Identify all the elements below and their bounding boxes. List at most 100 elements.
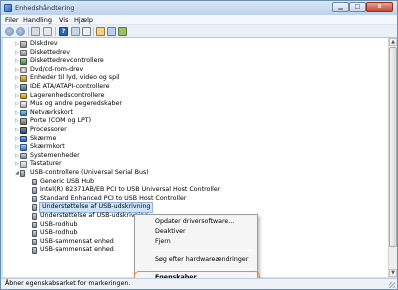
vertical-scrollbar[interactable]: ▲ ▼: [388, 38, 397, 277]
tree-item[interactable]: ▷ Tastaturer: [3, 160, 388, 169]
tree-item[interactable]: ▷ Skærmkort: [3, 143, 388, 152]
tree-item[interactable]: Understøttelse af USB-udskrivning: [3, 202, 388, 213]
tree-item[interactable]: ▷ Dvd/cd-rom-drev: [3, 66, 388, 75]
mouse-icon: [20, 101, 27, 108]
tree-item[interactable]: ▷ Mus og andre pegeredskaber: [3, 100, 388, 109]
properties-sheet-icon[interactable]: [43, 27, 52, 36]
menu-file[interactable]: Filer: [5, 16, 19, 24]
tree-item[interactable]: ▷ IDE ATA/ATAPI-controllere: [3, 83, 388, 92]
toolbar-divider: [28, 27, 29, 36]
forward-arrow-icon[interactable]: [16, 27, 25, 36]
tree-item[interactable]: ◢ USB-controllere (Universal Serial Bus): [3, 169, 388, 178]
tree-item-label: Understøttelse af USB-udskrivning: [38, 202, 154, 213]
context-menu-separator: [153, 250, 253, 251]
title-bar[interactable]: Enhedshåndtering ▁ □ x: [1, 1, 397, 15]
device-manager-app-icon: [4, 4, 12, 12]
tree-item[interactable]: Generic USB Hub: [3, 178, 388, 187]
scrollbar-thumb[interactable]: [389, 47, 397, 247]
usb-device-icon: [32, 221, 37, 229]
maximize-button[interactable]: □: [349, 2, 366, 12]
toolbar: ?: [1, 25, 397, 38]
tree-item-label: Diskdrev: [30, 40, 58, 47]
tree-item-label: Standard Enhanced PCI to USB Host Contro…: [40, 194, 187, 202]
status-bar: Åbner egenskabsarket for markeringen.: [1, 278, 397, 289]
network-icon: [20, 109, 27, 117]
disc-icon: [20, 66, 27, 74]
usb-icon: [20, 170, 25, 177]
tree-item[interactable]: ▷ Diskdrev: [3, 40, 388, 49]
controller-icon: [20, 58, 27, 65]
usb-device-icon: [32, 178, 37, 186]
ide-icon: [20, 84, 27, 91]
tree-item-label: Diskettedrev: [30, 48, 71, 56]
tree-item[interactable]: Intel(R) 82371AB/EB PCI to USB Universal…: [3, 186, 388, 195]
resize-grip-icon[interactable]: [389, 282, 395, 288]
usb-device-icon: [32, 238, 37, 246]
show-hide-console-tree-icon[interactable]: [31, 27, 40, 36]
tree-item[interactable]: ▷ Enheder til lyd, video og spil: [3, 74, 388, 83]
tree-item[interactable]: ▷ Porte (COM og LPT): [3, 117, 388, 126]
window-title: Enhedshåndtering: [15, 4, 75, 12]
tree-item[interactable]: ▷ Processorer: [3, 126, 388, 135]
tree-item[interactable]: ▷ Skærme: [3, 135, 388, 144]
floppy-drive-icon: [20, 49, 27, 57]
usb-device-icon: [32, 230, 37, 237]
status-text: Åbner egenskabsarket for markeringen.: [5, 280, 131, 287]
scroll-up-arrow-icon[interactable]: ▲: [389, 38, 397, 46]
tree-item-label: IDE ATA/ATAPI-controllere: [30, 83, 110, 90]
tree-item[interactable]: ▷ Lagerenhedscontrollere: [3, 92, 388, 101]
back-arrow-icon[interactable]: [5, 27, 14, 36]
tree-item-label: Enheder til lyd, video og spil: [30, 74, 120, 82]
usb-device-icon: [32, 204, 37, 211]
audio-icon: [20, 75, 27, 82]
tree-item[interactable]: Standard Enhanced PCI to USB Host Contro…: [3, 195, 388, 204]
context-menu-item[interactable]: Fjern: [137, 237, 255, 247]
scroll-down-arrow-icon[interactable]: ▼: [389, 269, 397, 277]
help-icon[interactable]: ?: [59, 27, 68, 36]
storage-icon: [20, 92, 27, 100]
usb-device-icon: [32, 247, 37, 254]
uninstall-device-icon[interactable]: [118, 27, 127, 36]
tree-item-label: Skærme: [30, 134, 57, 142]
port-icon: [20, 118, 27, 125]
menu-view[interactable]: Vis: [59, 16, 69, 24]
tree-item-label: Dvd/cd-rom-drev: [30, 65, 84, 73]
keyboard-icon: [20, 161, 27, 168]
menu-help[interactable]: Hjælp: [74, 16, 93, 24]
tree-item[interactable]: ▷ Diskettedrevcontrollere: [3, 57, 388, 66]
scan-for-hardware-icon[interactable]: [82, 27, 91, 36]
context-menu-item[interactable]: Deaktiver: [137, 227, 255, 237]
tree-item-label: USB-sammensat enhed: [40, 246, 114, 254]
menu-action[interactable]: Handling: [23, 16, 52, 24]
toolbar-divider: [93, 27, 94, 36]
close-button[interactable]: x: [366, 2, 393, 12]
tree-item-label: Systemenheder: [30, 151, 80, 159]
tree-item-label: Lagerenhedscontrollere: [30, 91, 105, 99]
minimize-button[interactable]: ▁: [332, 2, 349, 12]
menu-bar: Filer Handling Vis Hjælp: [1, 15, 397, 25]
display-adapter-icon: [20, 144, 27, 151]
tree-item-label: USB-rodhub: [40, 229, 78, 237]
display-icon: [20, 135, 27, 143]
tree-item-label: Skærmkort: [30, 143, 65, 151]
usb-device-icon: [32, 195, 37, 203]
tree-item[interactable]: ▷ Systemenheder: [3, 152, 388, 161]
tree-item-label: Diskettedrevcontrollere: [30, 57, 104, 65]
tree-item-label: Netværkskort: [30, 108, 73, 116]
context-menu: Opdater driversoftware... Deaktiver Fjern S…: [134, 214, 260, 285]
usb-device-icon: [32, 213, 37, 220]
tree-item-label: USB-sammensat enhed: [40, 237, 114, 245]
system-icon: [20, 152, 27, 160]
tree-item-label: Mus og andre pegeredskaber: [30, 100, 122, 108]
tree-item[interactable]: ▷ Netværkskort: [3, 109, 388, 118]
toolbar-divider: [55, 27, 56, 36]
view-list-icon[interactable]: [71, 27, 80, 36]
context-menu-item[interactable]: Opdater driversoftware...: [137, 217, 255, 227]
tree-item-label: Tastaturer: [30, 160, 62, 168]
tree-item[interactable]: ▷ Diskettedrev: [3, 49, 388, 58]
disable-device-icon[interactable]: [107, 27, 116, 36]
context-menu-item[interactable]: Søg efter hardwareændringer: [137, 255, 255, 265]
drive-icon: [20, 41, 27, 48]
context-menu-separator: [153, 268, 253, 269]
update-driver-icon[interactable]: [96, 27, 105, 36]
